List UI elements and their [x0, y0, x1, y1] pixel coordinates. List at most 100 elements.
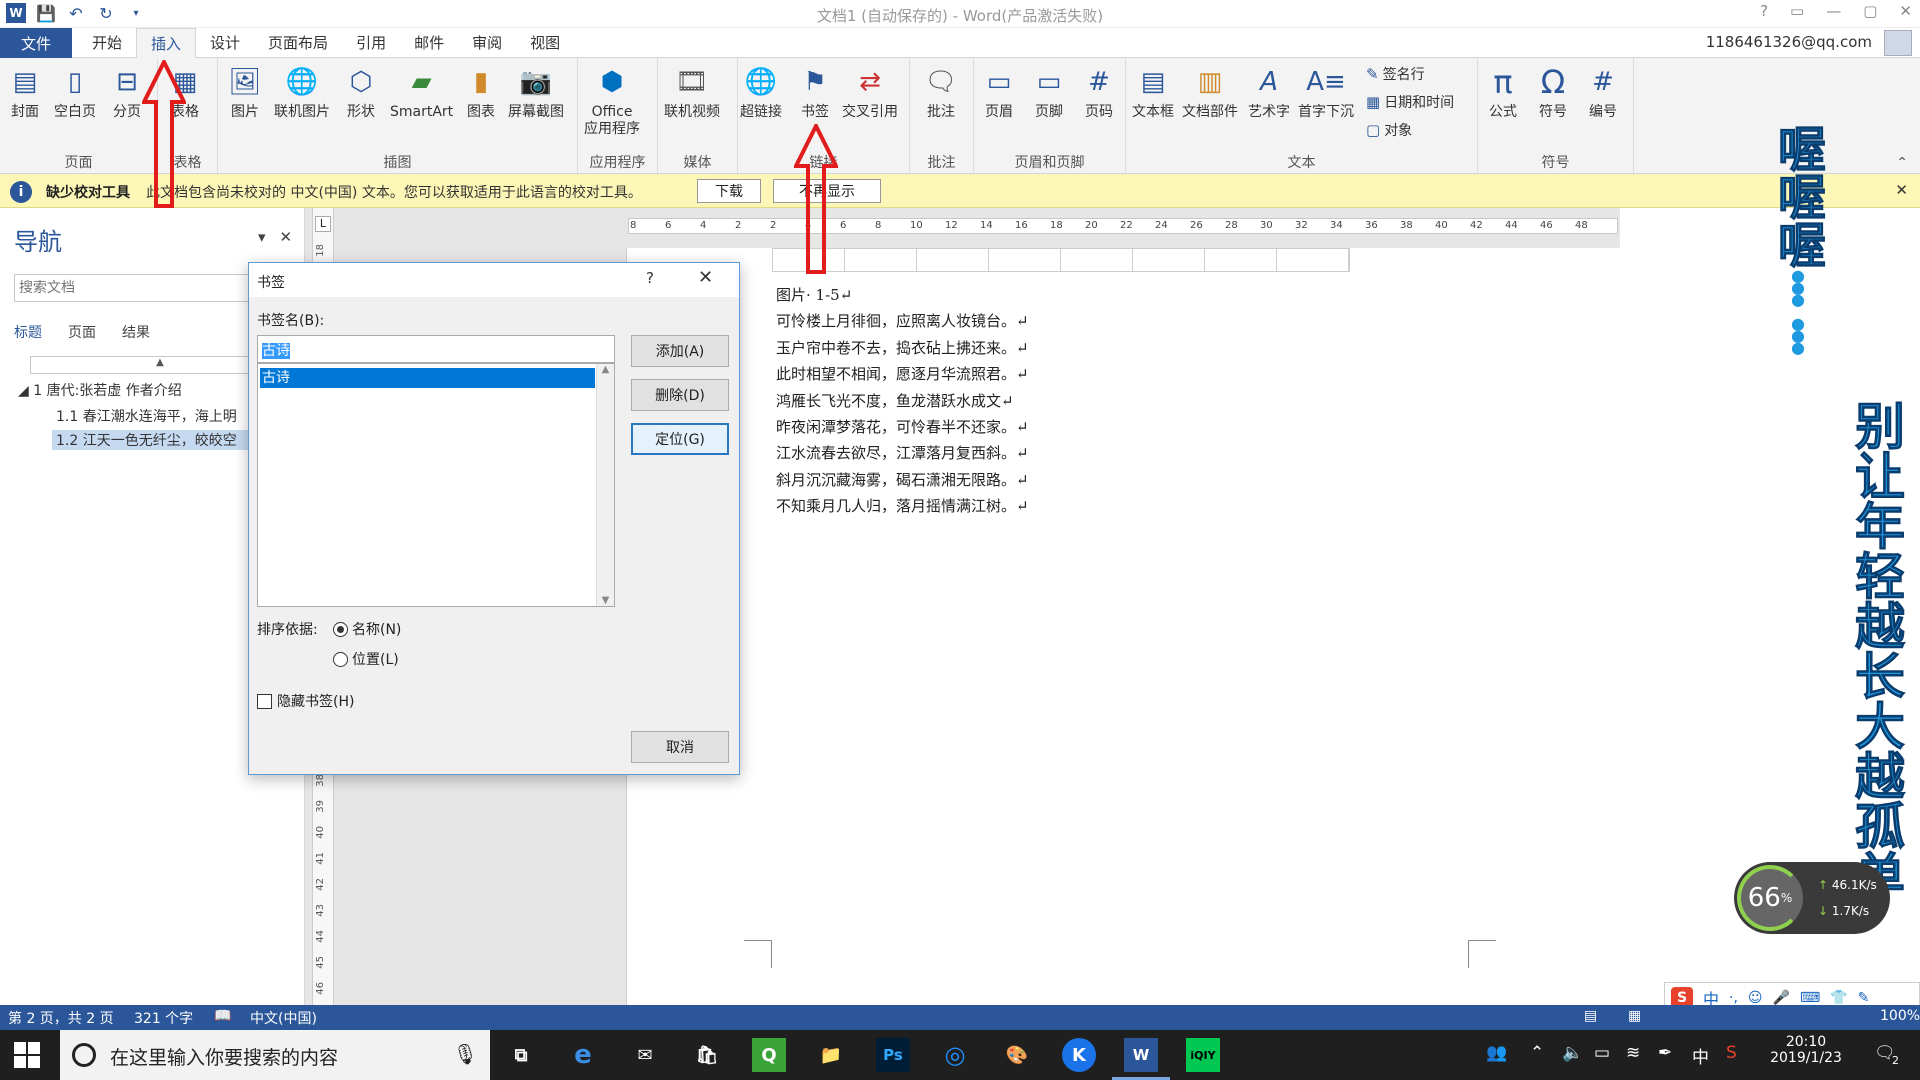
help-icon[interactable]: ?	[646, 269, 654, 287]
qq-browser-icon[interactable]: Q	[752, 1038, 786, 1072]
windows-start-icon[interactable]	[14, 1042, 40, 1068]
kugou-icon[interactable]: K	[1062, 1038, 1096, 1072]
poem-line[interactable]: 斜月沉沉藏海雾，碣石潇湘无限路。↵	[776, 469, 1029, 490]
table-cell[interactable]	[1205, 249, 1277, 271]
file-explorer-icon[interactable]: 📁	[814, 1038, 848, 1072]
close-icon[interactable]: ✕	[698, 267, 713, 288]
tab-layout[interactable]: 页面布局	[254, 28, 342, 58]
scroll-up-icon[interactable]: ▲	[597, 364, 614, 375]
page-break-button[interactable]: ⊟ 分页	[110, 64, 144, 121]
tab-mailings[interactable]: 邮件	[400, 28, 458, 58]
pen-icon[interactable]: ✒	[1658, 1043, 1672, 1063]
textbox-button[interactable]: ▤ 文本框	[1132, 64, 1174, 121]
collapse-ribbon-icon[interactable]: ⌃	[1896, 155, 1908, 171]
wordart-button[interactable]: A 艺术字	[1248, 64, 1290, 121]
tab-review[interactable]: 审阅	[458, 28, 516, 58]
office-apps-button[interactable]: ⬢ Office 应用程序	[584, 64, 640, 138]
online-video-button[interactable]: 🎞 联机视频	[664, 64, 720, 121]
close-icon[interactable]: ✕	[1895, 181, 1908, 199]
sort-by-position-radio[interactable]: 位置(L)	[333, 649, 399, 669]
poem-line[interactable]: 鸿雁长飞光不度，鱼龙潜跃水成文↵	[776, 390, 1014, 411]
sogou-tray-icon[interactable]: S	[1726, 1043, 1737, 1063]
iqiyi-icon[interactable]: iQIY	[1186, 1038, 1220, 1072]
poem-line[interactable]: 不知乘月几人归，落月摇情满江树。↵	[776, 495, 1029, 516]
tray-expand-icon[interactable]: ⌃	[1530, 1043, 1544, 1063]
screenshot-button[interactable]: 📷 屏幕截图	[508, 64, 564, 121]
emoji-icon[interactable]: ☺	[1748, 990, 1763, 1006]
tab-references[interactable]: 引用	[342, 28, 400, 58]
hyperlink-button[interactable]: 🌐 超链接	[740, 64, 782, 121]
table-cell[interactable]	[1277, 249, 1349, 271]
language-indicator[interactable]: 中文(中国)	[250, 1008, 317, 1028]
page-count[interactable]: 第 2 页，共 2 页	[8, 1008, 114, 1028]
skin-icon[interactable]: 👕	[1830, 990, 1847, 1006]
table-cell[interactable]	[1061, 249, 1133, 271]
shapes-button[interactable]: ⬡ 形状	[344, 64, 378, 121]
maximize-icon[interactable]: ▢	[1863, 2, 1877, 20]
nav-tab-pages[interactable]: 页面	[68, 322, 96, 342]
print-layout-icon[interactable]: ▦	[1628, 1008, 1641, 1024]
wifi-icon[interactable]: ≋	[1626, 1043, 1640, 1063]
tab-view[interactable]: 视图	[516, 28, 574, 58]
tab-selector[interactable]: L	[315, 216, 331, 232]
table-cell[interactable]	[917, 249, 989, 271]
add-button[interactable]: 添加(A)	[631, 335, 729, 367]
poem-line[interactable]: 江水流春去欲尽，江潭落月复西斜。↵	[776, 442, 1029, 463]
keyboard-icon[interactable]: ⌨	[1800, 990, 1820, 1006]
zoom-level[interactable]: 100%	[1880, 1008, 1920, 1024]
paint-icon[interactable]: 🎨	[1000, 1038, 1034, 1072]
list-item[interactable]: 古诗	[260, 368, 595, 388]
poem-line[interactable]: 玉户帘中卷不去，捣衣砧上拂还来。↵	[776, 337, 1029, 358]
download-button[interactable]: 下载	[697, 179, 761, 203]
search-app-icon[interactable]: ◎	[938, 1038, 972, 1072]
picture-button[interactable]: 🖼 图片	[228, 64, 262, 121]
network-speed-widget[interactable]: 66% ↑ 46.1K/s ↓ 1.7K/s	[1734, 862, 1890, 934]
signature-line-button[interactable]: ✎ 签名行	[1366, 64, 1425, 84]
nav-tab-headings[interactable]: 标题	[14, 322, 42, 342]
comment-button[interactable]: 🗨 批注	[924, 64, 958, 121]
table-cell[interactable]	[989, 249, 1061, 271]
quick-parts-button[interactable]: ▥ 文档部件	[1182, 64, 1238, 121]
tools-icon[interactable]: ✎	[1858, 990, 1870, 1006]
collapse-triangle-icon[interactable]: ◢	[18, 383, 33, 399]
voice-icon[interactable]: 🎤	[1773, 990, 1790, 1006]
close-icon[interactable]: ✕	[1899, 2, 1912, 20]
nav-options-icon[interactable]: ▾	[258, 228, 266, 246]
chart-button[interactable]: ▮ 图表	[464, 64, 498, 121]
ime-indicator[interactable]: 中	[1692, 1043, 1709, 1068]
page-number-button[interactable]: # 页码	[1082, 64, 1116, 121]
photoshop-icon[interactable]: Ps	[876, 1038, 910, 1072]
people-icon[interactable]: 👥	[1486, 1043, 1507, 1063]
document-page[interactable]	[626, 248, 1624, 1005]
account-name[interactable]: 1186461326@qq.com	[1706, 33, 1872, 51]
drop-cap-button[interactable]: A≡ 首字下沉	[1298, 64, 1354, 121]
symbol-button[interactable]: Ω 符号	[1536, 63, 1570, 121]
table-cell[interactable]	[845, 249, 917, 271]
figure-caption[interactable]: 图片· 1-5↵	[776, 284, 852, 305]
tab-file[interactable]: 文件	[0, 28, 72, 58]
battery-icon[interactable]: ▭	[1594, 1043, 1610, 1063]
tab-home[interactable]: 开始	[78, 28, 136, 58]
taskbar-search[interactable]: 在这里输入你要搜索的内容 🎙	[60, 1030, 490, 1080]
blank-page-button[interactable]: ▯ 空白页	[54, 64, 96, 121]
document-table[interactable]	[772, 248, 1350, 272]
smartart-button[interactable]: ▰ SmartArt	[390, 64, 453, 121]
sort-by-name-radio[interactable]: 名称(N)	[333, 619, 401, 639]
punct-icon[interactable]: ·,	[1729, 990, 1738, 1006]
footer-button[interactable]: ▭ 页脚	[1032, 64, 1066, 121]
microphone-icon[interactable]: 🎙	[453, 1042, 478, 1066]
online-picture-button[interactable]: 🌐 联机图片	[274, 64, 330, 121]
poem-line[interactable]: 昨夜闲潭梦落花，可怜春半不还家。↵	[776, 416, 1029, 437]
proofing-icon[interactable]: 📖	[214, 1008, 231, 1024]
hidden-bookmarks-checkbox[interactable]: 隐藏书签(H)	[257, 691, 354, 711]
header-button[interactable]: ▭ 页眉	[982, 64, 1016, 121]
close-icon[interactable]: ✕	[280, 228, 293, 246]
avatar[interactable]	[1884, 30, 1912, 56]
scroll-down-icon[interactable]: ▼	[597, 595, 614, 606]
object-button[interactable]: ▢ 对象	[1366, 120, 1412, 140]
poem-line[interactable]: 可怜楼上月徘徊，应照离人妆镜台。↵	[776, 310, 1029, 331]
goto-button[interactable]: 定位(G)	[631, 423, 729, 455]
numbering-button[interactable]: # 编号	[1586, 64, 1620, 121]
ribbon-display-icon[interactable]: ▭	[1790, 2, 1804, 20]
minimize-icon[interactable]: —	[1826, 2, 1841, 20]
